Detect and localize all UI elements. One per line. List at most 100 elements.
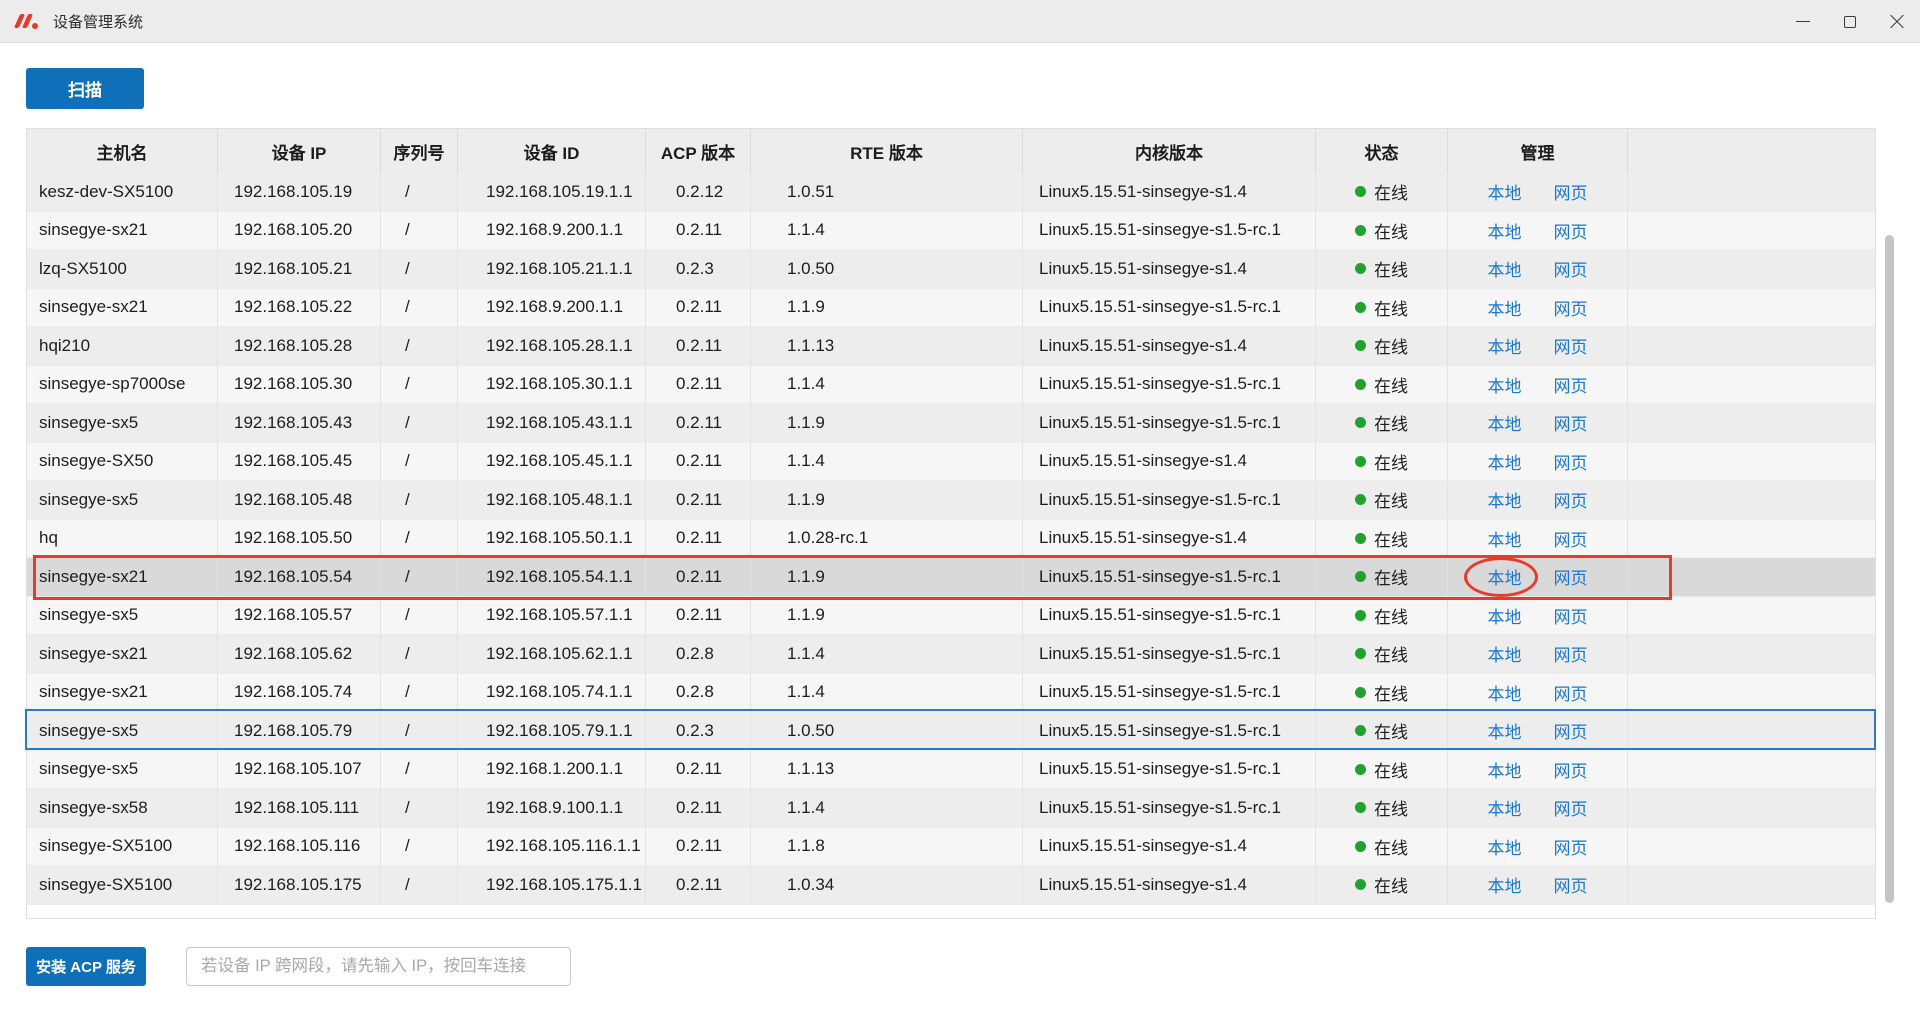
local-manage-link[interactable]: 本地 xyxy=(1488,718,1522,743)
cell-manage: 本地 网页 xyxy=(1448,481,1628,519)
cell-status: 在线 xyxy=(1316,635,1448,673)
cell-device-ip: 192.168.105.48 xyxy=(218,481,381,519)
web-manage-link[interactable]: 网页 xyxy=(1554,218,1588,243)
local-manage-link[interactable]: 本地 xyxy=(1488,256,1522,281)
cell-device-id: 192.168.105.57.1.1 xyxy=(458,596,646,634)
cell-acp-version: 0.2.11 xyxy=(646,750,751,788)
cell-hostname: sinsegye-sx21 xyxy=(27,635,218,673)
table-row[interactable]: sinsegye-sx21 192.168.105.22 / 192.168.9… xyxy=(27,288,1875,327)
cell-device-ip: 192.168.105.30 xyxy=(218,365,381,403)
table-row[interactable]: sinsegye-sx5 192.168.105.43 / 192.168.10… xyxy=(27,404,1875,443)
table-row[interactable]: sinsegye-sx5 192.168.105.48 / 192.168.10… xyxy=(27,481,1875,520)
web-manage-link[interactable]: 网页 xyxy=(1554,603,1588,628)
online-status-dot xyxy=(1355,879,1366,891)
close-button[interactable] xyxy=(1873,0,1920,43)
cell-status: 在线 xyxy=(1316,365,1448,403)
cell-extra xyxy=(1628,520,1875,558)
cell-hostname: sinsegye-sx21 xyxy=(27,673,218,711)
restore-button[interactable] xyxy=(1826,0,1873,43)
minimize-button[interactable] xyxy=(1779,0,1826,43)
cell-serial: / xyxy=(381,596,458,634)
online-status-dot xyxy=(1355,417,1366,429)
scan-button[interactable]: 扫描 xyxy=(26,68,144,109)
table-row[interactable]: sinsegye-SX50 192.168.105.45 / 192.168.1… xyxy=(27,442,1875,481)
title-bar: 设备管理系统 xyxy=(0,0,1920,43)
cell-status: 在线 xyxy=(1316,250,1448,288)
cell-hostname: hq xyxy=(27,519,218,557)
cell-extra xyxy=(1628,173,1875,211)
cell-acp-version: 0.2.12 xyxy=(646,173,751,211)
cell-device-ip: 192.168.105.57 xyxy=(218,596,381,634)
web-manage-link[interactable]: 网页 xyxy=(1554,718,1588,743)
web-manage-link[interactable]: 网页 xyxy=(1554,795,1588,820)
web-manage-link[interactable]: 网页 xyxy=(1554,449,1588,474)
table-row[interactable]: sinsegye-sp7000se 192.168.105.30 / 192.1… xyxy=(27,365,1875,404)
web-manage-link[interactable]: 网页 xyxy=(1554,333,1588,358)
web-manage-link[interactable]: 网页 xyxy=(1554,757,1588,782)
table-row[interactable]: hqi210 192.168.105.28 / 192.168.105.28.1… xyxy=(27,327,1875,366)
cell-manage: 本地 网页 xyxy=(1448,673,1628,711)
web-manage-link[interactable]: 网页 xyxy=(1554,256,1588,281)
web-manage-link[interactable]: 网页 xyxy=(1554,564,1588,589)
install-acp-button[interactable]: 安装 ACP 服务 xyxy=(26,947,146,986)
table-row[interactable]: sinsegye-SX5100 192.168.105.175 / 192.16… xyxy=(27,866,1875,905)
table-row[interactable]: kesz-dev-SX5100 192.168.105.19 / 192.168… xyxy=(27,173,1875,212)
local-manage-link[interactable]: 本地 xyxy=(1488,218,1522,243)
column-header-kernel-version: 内核版本 xyxy=(1023,129,1316,173)
local-manage-link[interactable]: 本地 xyxy=(1488,834,1522,859)
web-manage-link[interactable]: 网页 xyxy=(1554,410,1588,435)
table-row[interactable]: sinsegye-SX5100 192.168.105.116 / 192.16… xyxy=(27,827,1875,866)
local-manage-link[interactable]: 本地 xyxy=(1488,795,1522,820)
local-manage-link[interactable]: 本地 xyxy=(1488,872,1522,897)
local-manage-link[interactable]: 本地 xyxy=(1488,680,1522,705)
vertical-scrollbar[interactable] xyxy=(1885,235,1894,903)
table-row[interactable]: sinsegye-sx21 192.168.105.74 / 192.168.1… xyxy=(27,673,1875,712)
local-manage-link[interactable]: 本地 xyxy=(1488,757,1522,782)
ip-input[interactable] xyxy=(186,947,571,986)
local-manage-link[interactable]: 本地 xyxy=(1488,179,1522,204)
cell-hostname: sinsegye-sx5 xyxy=(27,596,218,634)
window-controls xyxy=(1779,0,1920,43)
status-text: 在线 xyxy=(1374,415,1408,435)
local-manage-link[interactable]: 本地 xyxy=(1488,564,1522,589)
web-manage-link[interactable]: 网页 xyxy=(1554,179,1588,204)
table-row[interactable]: lzq-SX5100 192.168.105.21 / 192.168.105.… xyxy=(27,250,1875,289)
status-text: 在线 xyxy=(1374,338,1408,358)
web-manage-link[interactable]: 网页 xyxy=(1554,295,1588,320)
web-manage-link[interactable]: 网页 xyxy=(1554,872,1588,897)
table-row[interactable]: sinsegye-sx5 192.168.105.79 / 192.168.10… xyxy=(27,712,1875,751)
local-manage-link[interactable]: 本地 xyxy=(1488,487,1522,512)
local-manage-link[interactable]: 本地 xyxy=(1488,526,1522,551)
column-header-device-ip: 设备 IP xyxy=(218,129,381,173)
cell-manage: 本地 网页 xyxy=(1448,558,1628,596)
local-manage-link[interactable]: 本地 xyxy=(1488,295,1522,320)
cell-acp-version: 0.2.3 xyxy=(646,712,751,750)
table-row[interactable]: hq 192.168.105.50 / 192.168.105.50.1.1 0… xyxy=(27,519,1875,558)
table-row[interactable]: sinsegye-sx21 192.168.105.54 / 192.168.1… xyxy=(27,558,1875,597)
cell-device-id: 192.168.105.74.1.1 xyxy=(458,673,646,711)
web-manage-link[interactable]: 网页 xyxy=(1554,372,1588,397)
cell-status: 在线 xyxy=(1316,558,1448,596)
cell-serial: / xyxy=(381,288,458,326)
web-manage-link[interactable]: 网页 xyxy=(1554,641,1588,666)
web-manage-link[interactable]: 网页 xyxy=(1554,526,1588,551)
local-manage-link[interactable]: 本地 xyxy=(1488,449,1522,474)
table-row[interactable]: sinsegye-sx21 192.168.105.62 / 192.168.1… xyxy=(27,635,1875,674)
status-text: 在线 xyxy=(1374,684,1408,704)
online-status-dot xyxy=(1355,263,1366,275)
local-manage-link[interactable]: 本地 xyxy=(1488,641,1522,666)
local-manage-link[interactable]: 本地 xyxy=(1488,603,1522,628)
web-manage-link[interactable]: 网页 xyxy=(1554,834,1588,859)
cell-extra xyxy=(1628,674,1875,712)
web-manage-link[interactable]: 网页 xyxy=(1554,680,1588,705)
table-row[interactable]: sinsegye-sx5 192.168.105.107 / 192.168.1… xyxy=(27,750,1875,789)
local-manage-link[interactable]: 本地 xyxy=(1488,333,1522,358)
local-manage-link[interactable]: 本地 xyxy=(1488,372,1522,397)
status-text: 在线 xyxy=(1374,607,1408,627)
restore-icon xyxy=(1843,11,1861,28)
web-manage-link[interactable]: 网页 xyxy=(1554,487,1588,512)
table-row[interactable]: sinsegye-sx21 192.168.105.20 / 192.168.9… xyxy=(27,211,1875,250)
table-row[interactable]: sinsegye-sx5 192.168.105.57 / 192.168.10… xyxy=(27,596,1875,635)
local-manage-link[interactable]: 本地 xyxy=(1488,410,1522,435)
table-row[interactable]: sinsegye-sx58 192.168.105.111 / 192.168.… xyxy=(27,789,1875,828)
